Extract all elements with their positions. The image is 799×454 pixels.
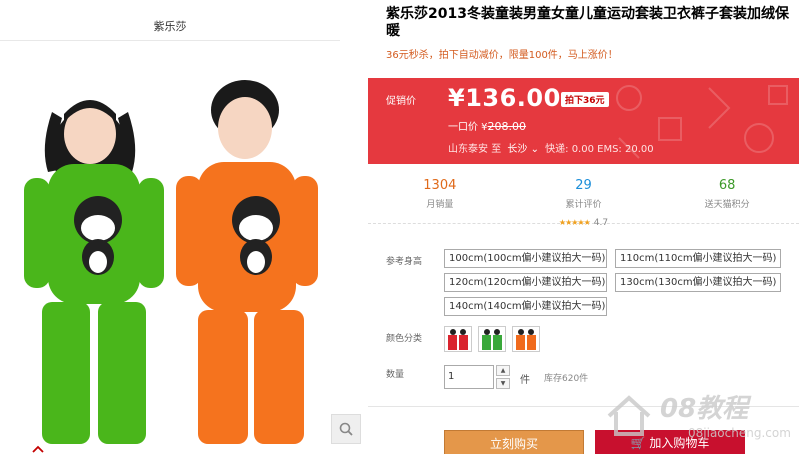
add-to-cart-label: 加入购物车 — [649, 436, 710, 450]
reviews[interactable]: 29 累计评价 ★★★★★ 4.7 — [512, 172, 656, 228]
ship-from: 山东泰安 — [448, 144, 488, 155]
green-suit-thumbnail — [482, 329, 502, 350]
tmall-points: 68 送天猫积分 — [655, 172, 799, 223]
points-value: 68 — [718, 178, 736, 193]
rating-value: 4.7 — [593, 218, 609, 228]
quantity-label: 数量 — [386, 370, 405, 380]
product-gallery: 紫乐莎 — [0, 0, 368, 454]
up-arrow-icon[interactable] — [32, 444, 44, 454]
quantity-increase-button[interactable]: ▲ — [496, 365, 510, 376]
cart-icon: 🛒 — [630, 436, 646, 450]
quantity-decrease-button[interactable]: ▼ — [496, 378, 510, 389]
size-option-120[interactable]: 120cm(120cm偏小建议拍大一码) — [444, 273, 607, 292]
color-option-orange[interactable] — [512, 326, 540, 352]
kids-tracksuit-photo — [0, 52, 368, 444]
size-option-140[interactable]: 140cm(140cm偏小建议拍大一码) — [444, 297, 607, 316]
color-label: 颜色分类 — [386, 334, 423, 344]
zoom-button[interactable] — [331, 414, 361, 444]
store-name[interactable]: 紫乐莎 — [0, 18, 340, 34]
stock-count: 库存620件 — [544, 374, 589, 384]
points-label: 送天猫积分 — [704, 200, 750, 210]
reviews-value[interactable]: 29 — [512, 178, 656, 193]
sales-label: 月销量 — [426, 200, 454, 210]
buy-now-button[interactable]: 立刻购买 — [444, 430, 584, 454]
sales-value: 1304 — [423, 178, 457, 193]
original-price-value: 208.00 — [487, 120, 527, 133]
monthly-sales: 1304 月销量 — [368, 172, 512, 223]
ship-to-city: 长沙 — [507, 144, 528, 155]
rating-stars: ★★★★★ — [558, 218, 591, 227]
product-info: 紫乐莎2013冬装童装男童女童儿童运动套装卫衣裤子套装加绒保暖 36元秒杀，拍下… — [368, 0, 799, 454]
current-price: ¥136.00 — [448, 84, 561, 112]
ship-to-label: 至 — [491, 144, 502, 155]
orange-suit-thumbnail — [516, 329, 536, 350]
actions-divider — [368, 406, 799, 407]
zoom-icon — [339, 422, 353, 436]
product-title: 紫乐莎2013冬装童装男童女童儿童运动套装卫衣裤子套装加绒保暖 — [386, 6, 789, 39]
chevron-down-icon: ⌄ — [530, 144, 539, 155]
size-option-110[interactable]: 110cm(110cm偏小建议拍大一码) — [615, 249, 781, 268]
store-divider — [0, 40, 340, 41]
discount-tag: 拍下36元 — [561, 92, 609, 107]
stats-bar: 1304 月销量 29 累计评价 ★★★★★ 4.7 68 送天猫积分 — [368, 172, 799, 228]
add-to-cart-button[interactable]: 🛒 加入购物车 — [595, 430, 745, 454]
size-option-100[interactable]: 100cm(100cm偏小建议拍大一码) — [444, 249, 607, 268]
size-option-130[interactable]: 130cm(130cm偏小建议拍大一码) — [615, 273, 781, 292]
color-option-red[interactable] — [444, 326, 472, 352]
color-option-green[interactable] — [478, 326, 506, 352]
product-main-image[interactable] — [0, 52, 368, 444]
ship-to-city-select[interactable]: 长沙 ⌄ — [507, 144, 539, 155]
quantity-input[interactable]: 1 — [444, 365, 494, 389]
shipping-info: 山东泰安 至 长沙 ⌄ 快递: 0.00 EMS: 20.00 — [448, 140, 654, 155]
original-price: 一口价 ¥208.00 — [448, 118, 526, 133]
reviews-label: 累计评价 — [565, 200, 602, 210]
shipping-fees: 快递: 0.00 EMS: 20.00 — [545, 144, 654, 155]
quantity-unit: 件 — [520, 375, 530, 386]
original-price-label: 一口价 ¥ — [448, 122, 488, 133]
promo-price-label: 促销价 — [386, 96, 416, 107]
red-suit-thumbnail — [448, 329, 468, 350]
product-subtitle: 36元秒杀，拍下自动减价，限量100件，马上涨价！ — [386, 50, 618, 61]
price-panel: 促销价 ¥136.00 拍下36元 一口价 ¥208.00 山东泰安 至 长沙 … — [368, 78, 799, 164]
height-label: 参考身高 — [386, 257, 423, 267]
